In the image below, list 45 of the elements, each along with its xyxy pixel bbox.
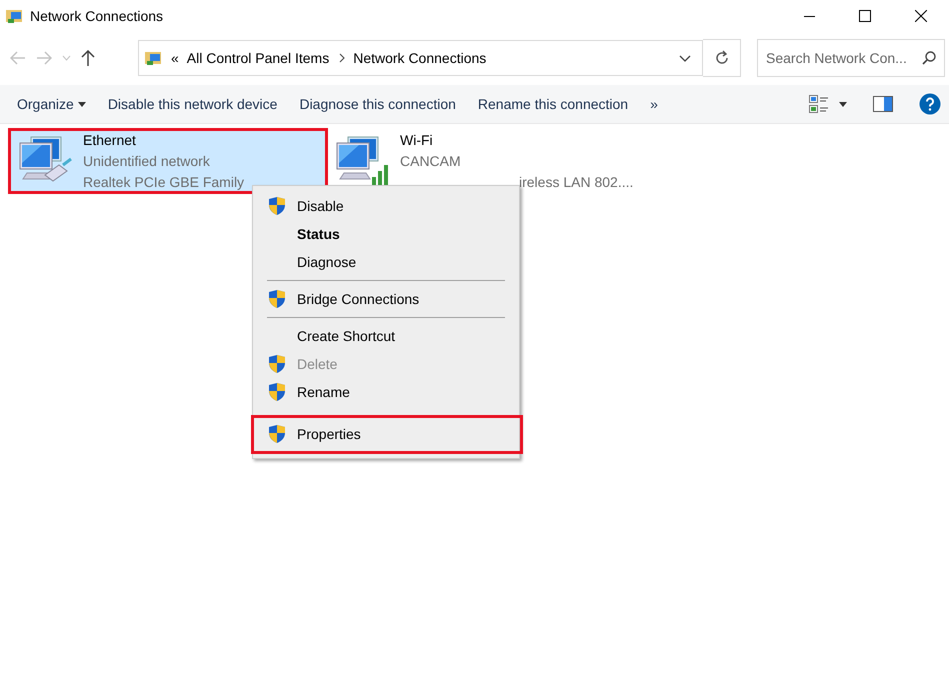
up-arrow-icon[interactable] bbox=[81, 50, 95, 66]
menu-item[interactable]: Diagnose bbox=[255, 248, 517, 276]
search-box[interactable]: Search Network Con... bbox=[757, 39, 945, 77]
menu-item[interactable]: Disable bbox=[255, 192, 517, 220]
maximize-icon bbox=[859, 10, 871, 22]
window-title: Network Connections bbox=[30, 8, 164, 24]
breadcrumb[interactable]: Network Connections bbox=[353, 50, 486, 66]
network-folder-icon bbox=[6, 8, 24, 24]
refresh-button[interactable] bbox=[703, 39, 741, 77]
menu-item[interactable]: Status bbox=[255, 220, 517, 248]
shield-icon bbox=[268, 354, 286, 374]
shield-icon bbox=[268, 196, 286, 216]
toolbar-button[interactable]: Rename this connection bbox=[466, 92, 640, 116]
search-icon bbox=[922, 51, 936, 65]
shield-icon bbox=[268, 382, 286, 402]
menu-item[interactable]: Bridge Connections bbox=[255, 285, 517, 313]
dropdown-arrow-icon[interactable] bbox=[839, 102, 847, 106]
help-icon[interactable] bbox=[919, 93, 941, 115]
shield-icon bbox=[268, 289, 286, 309]
menu-item[interactable]: Rename bbox=[255, 378, 517, 406]
dropdown-arrow-icon bbox=[78, 102, 86, 106]
toolbar-button[interactable]: Diagnose this connection bbox=[288, 92, 467, 116]
view-options-icon[interactable] bbox=[809, 95, 829, 113]
close-icon bbox=[915, 10, 927, 22]
chevron-down-icon[interactable] bbox=[679, 54, 691, 62]
menu-item[interactable]: Create Shortcut bbox=[255, 322, 517, 350]
connection-item[interactable]: Wi-Fi CANCAM ireless LAN 802.... bbox=[328, 130, 644, 192]
organize-menu[interactable]: Organize bbox=[6, 92, 97, 116]
toolbar-button[interactable]: Disable this network device bbox=[96, 92, 288, 116]
device-name: ireless LAN 802.... bbox=[519, 172, 634, 192]
breadcrumb-overflow[interactable]: « bbox=[171, 50, 179, 66]
breadcrumb[interactable]: All Control Panel Items bbox=[186, 50, 330, 66]
preview-pane-icon[interactable] bbox=[873, 96, 893, 112]
chevron-right-icon bbox=[339, 53, 346, 63]
network-folder-icon bbox=[145, 50, 163, 66]
toolbar-button[interactable]: » bbox=[639, 92, 669, 116]
connection-name: Ethernet bbox=[83, 130, 137, 150]
connection-status: Unidentified network bbox=[83, 152, 211, 170]
connection-status: CANCAM bbox=[400, 152, 462, 170]
refresh-icon bbox=[714, 50, 730, 66]
address-bar[interactable]: « All Control Panel Items Network Connections bbox=[138, 40, 703, 76]
device-name: Realtek PCIe GBE Family bbox=[83, 172, 244, 192]
connection-name: Wi-Fi bbox=[400, 130, 434, 150]
connection-item[interactable]: Ethernet Unidentified network Realtek PCIe GBE Family bbox=[10, 130, 326, 192]
shield-icon bbox=[268, 424, 286, 444]
